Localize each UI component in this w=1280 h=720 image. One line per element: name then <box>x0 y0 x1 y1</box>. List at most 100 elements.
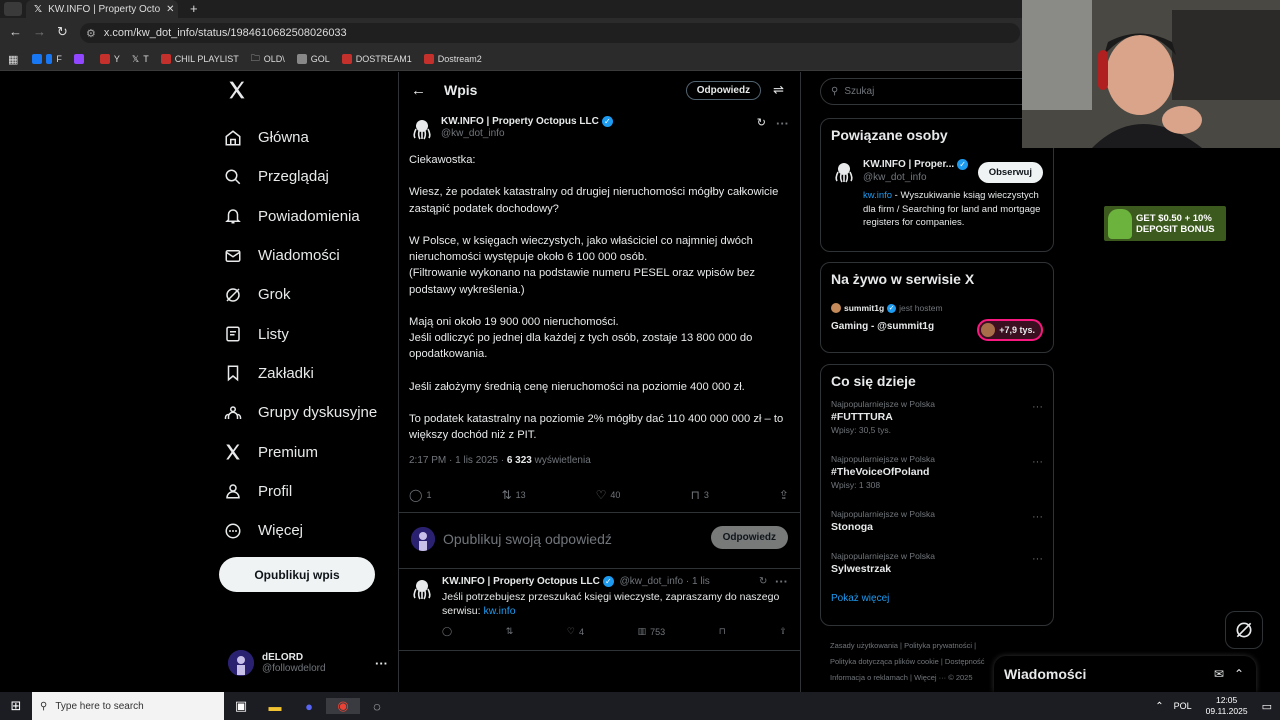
chrome-icon[interactable]: ◉ <box>326 698 360 714</box>
footer-line[interactable]: Informacja o reklamach | Więcej ··· © 20… <box>830 670 1020 686</box>
trend-item[interactable]: Najpopularniejsze w Polska Sylwestrzak ·… <box>821 551 1053 593</box>
like-action[interactable]: ♡ 40 <box>596 488 621 502</box>
trend-item[interactable]: Najpopularniejsze w Polska #FUTTTURA Wpi… <box>821 399 1053 454</box>
reload-icon[interactable]: ↻ <box>57 24 68 40</box>
like-action[interactable]: ♡ 4 <box>567 626 584 637</box>
follow-button[interactable]: Obserwuj <box>977 162 1043 183</box>
promo-banner[interactable]: GET $0.50 + 10% DEPOSIT BONUS <box>1104 206 1226 241</box>
octopus-avatar-icon[interactable] <box>409 116 435 142</box>
views-action[interactable]: ▥ 753 <box>638 626 666 637</box>
nav-lists[interactable]: Listy <box>222 314 412 353</box>
reply-input[interactable]: Opublikuj swoją odpowiedź <box>443 531 612 547</box>
x-logo-icon[interactable] <box>227 80 247 100</box>
file-explorer-icon[interactable]: ▬ <box>258 699 292 714</box>
account-switcher[interactable]: dELORD @followdelord ··· <box>228 646 388 680</box>
bookmark-y[interactable]: Y <box>99 54 120 64</box>
repost-icon[interactable]: ⇅ <box>506 626 514 637</box>
bookmark-t[interactable]: 𝕏T <box>132 54 149 65</box>
back-icon[interactable]: ← <box>9 24 22 39</box>
tab-list-button[interactable] <box>4 2 22 16</box>
nav-bookmarks[interactable]: Zakładki <box>222 354 412 393</box>
bookmark-dostream1[interactable]: DOSTREAM1 <box>341 54 412 64</box>
related-handle[interactable]: @kw_dot_info <box>863 172 968 183</box>
reply-author[interactable]: KW.INFO | Property Octopus LLC <box>442 576 600 587</box>
trend-item[interactable]: Najpopularniejsze w Polska Stonoga ··· <box>821 509 1053 551</box>
nav-home[interactable]: Główna <box>222 118 412 157</box>
tweet-time[interactable]: 2:17 PM · 1 lis 2025 · <box>409 455 504 466</box>
nav-grok[interactable]: Grok <box>222 275 412 314</box>
new-message-icon[interactable]: ✉ <box>1214 667 1224 681</box>
live-stream-title[interactable]: Gaming - @summit1g <box>831 321 934 332</box>
trend-item[interactable]: Najpopularniejsze w Polska #TheVoiceOfPo… <box>821 454 1053 509</box>
close-tab-icon[interactable]: ✕ <box>166 4 174 15</box>
grok-analyze-icon[interactable]: ↻ <box>757 116 766 129</box>
more-icon[interactable]: ··· <box>1032 456 1043 468</box>
show-more-link[interactable]: Pokaż więcej <box>821 593 1053 604</box>
footer-line[interactable]: Polityka dotycząca plików cookie | Dostę… <box>830 654 1020 670</box>
octopus-avatar-icon[interactable] <box>831 159 857 185</box>
clock[interactable]: 12:05 09.11.2025 <box>1206 695 1248 717</box>
bookmark-twitch[interactable] <box>73 54 88 64</box>
forward-icon[interactable]: → <box>33 24 46 39</box>
nav-notifications[interactable]: Powiadomienia <box>222 197 412 236</box>
more-icon[interactable]: ··· <box>375 656 388 671</box>
search-input[interactable]: ⚲ Szukaj <box>820 78 1042 105</box>
reply-icon[interactable]: ◯ <box>442 626 452 637</box>
browser-tab[interactable]: 𝕏 KW.INFO | Property Octopus LL ✕ <box>26 0 178 18</box>
nav-communities[interactable]: Grupy dyskusyjne <box>222 393 412 432</box>
tweet-handle[interactable]: @kw_dot_info <box>441 128 613 139</box>
language-indicator[interactable]: POL <box>1174 701 1192 711</box>
filter-icon[interactable]: ⇌ <box>773 82 784 98</box>
nav-explore[interactable]: Przeglądaj <box>222 157 412 196</box>
more-icon[interactable]: ··· <box>1032 511 1043 523</box>
share-action[interactable]: ⇪ <box>779 488 789 502</box>
expand-icon[interactable]: ⌃ <box>1234 667 1244 681</box>
bookmark-folder-old[interactable]: 🗀 OLD\ <box>251 51 285 67</box>
related-name[interactable]: KW.INFO | Proper... <box>863 159 954 170</box>
octopus-avatar-icon[interactable] <box>409 576 435 602</box>
bookmark-icon[interactable]: ⊓ <box>719 626 726 637</box>
more-icon[interactable]: ··· <box>1032 401 1043 413</box>
back-arrow-icon[interactable]: ← <box>411 82 426 99</box>
apps-icon[interactable]: ▦ <box>8 53 18 66</box>
live-host[interactable]: summit1g <box>844 303 884 313</box>
reply-tweet[interactable]: KW.INFO | Property Octopus LLC ✓ @kw_dot_… <box>399 568 800 651</box>
reply-header-button[interactable]: Odpowiedz <box>685 80 762 100</box>
repost-action[interactable]: ⇅ 13 <box>502 488 526 502</box>
grok-button[interactable] <box>1225 611 1263 649</box>
taskbar-search[interactable]: ⚲ Type here to search <box>32 692 224 720</box>
bookmark-dostream2[interactable]: Dostream2 <box>423 54 482 64</box>
tray-chevron-icon[interactable]: ⌃ <box>1155 701 1163 712</box>
url-field[interactable]: ⚙ x.com/kw_dot_info/status/1984610682508… <box>80 23 1020 43</box>
bookmark-gol[interactable]: GOL <box>296 54 330 64</box>
reply-link[interactable]: kw.info <box>483 605 515 617</box>
post-button[interactable]: Opublikuj wpis <box>219 557 375 592</box>
footer-line[interactable]: Zasady użytkowania | Polityka prywatnośc… <box>830 638 1020 654</box>
nav-profile[interactable]: Profil <box>222 472 412 511</box>
share-icon[interactable]: ⇪ <box>779 626 787 637</box>
site-info-icon[interactable]: ⚙ <box>86 27 96 40</box>
nav-premium[interactable]: Premium <box>222 432 412 471</box>
task-view-icon[interactable]: ▣ <box>224 698 258 714</box>
notifications-icon[interactable]: ▭ <box>1262 700 1272 713</box>
more-icon[interactable]: ··· <box>776 116 789 131</box>
tweet-author[interactable]: KW.INFO | Property Octopus LLC <box>441 116 599 127</box>
messages-drawer[interactable]: Wiadomości ✉ ⌃ <box>994 656 1256 692</box>
windows-start-icon[interactable]: ⊞ <box>0 698 32 714</box>
bookmark-chil-playlist[interactable]: CHIL PLAYLIST <box>160 54 239 64</box>
bookmark-f[interactable]: F <box>32 54 62 64</box>
nav-more[interactable]: Więcej <box>222 511 412 550</box>
more-icon[interactable]: ··· <box>775 574 788 589</box>
live-listeners-badge[interactable]: +7,9 tys. <box>977 319 1043 341</box>
reply-action[interactable]: ◯ 1 <box>409 488 431 502</box>
app-icon[interactable]: ◌ <box>360 699 394 714</box>
grok-analyze-icon[interactable]: ↻ <box>759 576 767 587</box>
reply-handle[interactable]: @kw_dot_info · 1 lis <box>620 576 710 587</box>
nav-messages[interactable]: Wiadomości <box>222 236 412 275</box>
bookmark-action[interactable]: ⊓ 3 <box>690 488 708 502</box>
bio-link[interactable]: kw.info <box>863 190 892 201</box>
new-tab-icon[interactable]: + <box>190 1 198 16</box>
reply-submit-button[interactable]: Odpowiedz <box>710 526 788 549</box>
more-icon[interactable]: ··· <box>1032 553 1043 565</box>
discord-icon[interactable]: ● <box>292 699 326 714</box>
